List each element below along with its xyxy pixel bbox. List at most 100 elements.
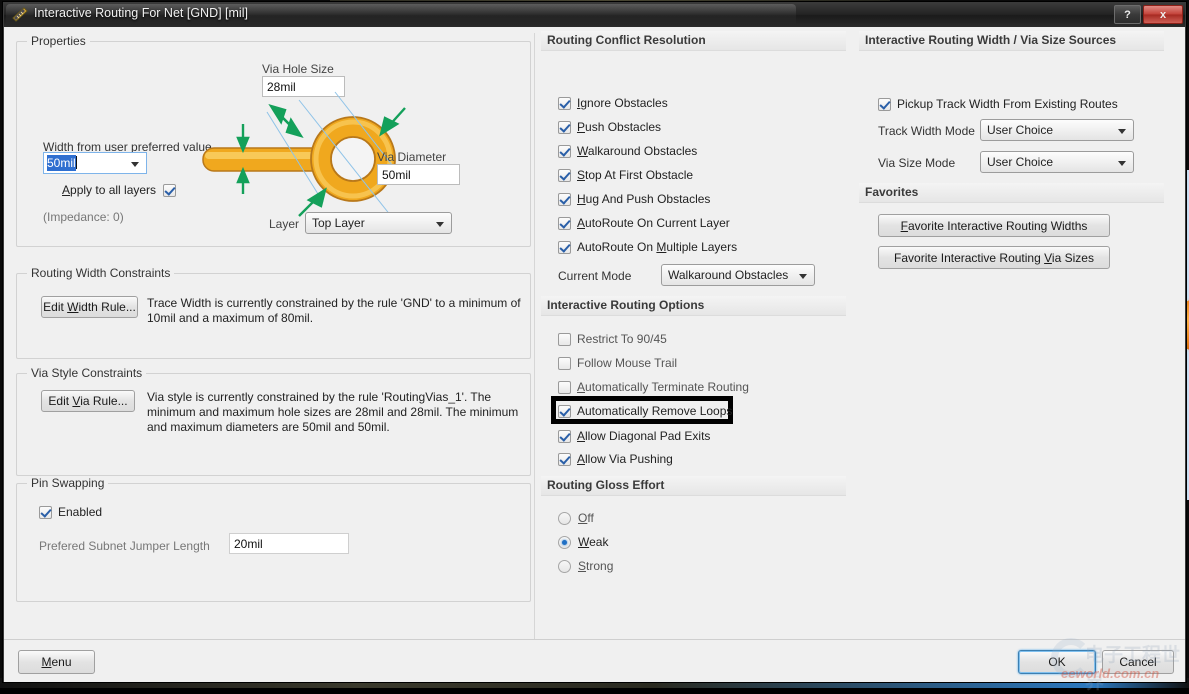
routing-width-constraints-description: Trace Width is currently constrained by …: [147, 296, 521, 325]
edit-width-rule-button[interactable]: Edit Width Rule...: [41, 296, 138, 318]
edit-via-rule-button[interactable]: Edit Via Rule...: [41, 390, 135, 412]
jumper-length-input[interactable]: [229, 533, 349, 554]
allow-diagonal-pad-exits-checkbox[interactable]: [558, 429, 571, 443]
option-autoroute-current-layer[interactable]: AutoRoute On Current Layer: [558, 216, 730, 230]
automatically-remove-loops-checkbox[interactable]: [558, 404, 571, 418]
hug-and-push-obstacles-label: Hug And Push Obstacles: [577, 192, 711, 206]
properties-group-title: Properties: [27, 34, 90, 48]
favorites-title: Favorites: [865, 185, 919, 199]
help-button[interactable]: ?: [1114, 5, 1141, 24]
properties-group: Properties Width from user preferred val…: [16, 34, 531, 247]
pin-swapping-group: Pin Swapping Enabled Prefered Subnet Jum…: [16, 476, 531, 602]
option-restrict-to-90-45[interactable]: Restrict To 90/45: [558, 332, 667, 346]
option-push-obstacles[interactable]: Push Obstacles: [558, 120, 661, 134]
option-allow-via-pushing[interactable]: Allow Via Pushing: [558, 452, 673, 466]
option-walkaround-obstacles[interactable]: Walkaround Obstacles: [558, 144, 697, 158]
autoroute-current-layer-checkbox[interactable]: [558, 216, 571, 230]
push-obstacles-checkbox[interactable]: [558, 120, 571, 134]
routing-width-constraints-group: Routing Width Constraints Edit Width Rul…: [16, 266, 531, 359]
ignore-obstacles-label: Ignore Obstacles: [577, 96, 668, 110]
routing-conflict-resolution-title: Routing Conflict Resolution: [547, 33, 706, 47]
gloss-option-off[interactable]: Off: [558, 511, 594, 525]
walkaround-obstacles-checkbox[interactable]: [558, 144, 571, 158]
automatically-terminate-routing-label: Automatically Terminate Routing: [577, 380, 749, 394]
autoroute-multiple-layers-checkbox[interactable]: [558, 240, 571, 254]
gloss-off-radio[interactable]: [558, 511, 571, 525]
via-diameter-label: Via Diameter: [377, 150, 447, 164]
restrict-to-90-45-checkbox[interactable]: [558, 332, 571, 346]
allow-diagonal-pad-exits-label: Allow Diagonal Pad Exits: [577, 429, 711, 443]
ignore-obstacles-checkbox[interactable]: [558, 96, 571, 110]
gloss-weak-label: Weak: [578, 535, 609, 549]
track-width-mode-label: Track Width Mode: [878, 124, 975, 138]
pin-swapping-enabled-checkbox[interactable]: [39, 505, 52, 519]
gloss-strong-label: Strong: [578, 559, 614, 573]
track-width-mode-value: User Choice: [987, 123, 1054, 137]
option-allow-diagonal-pad-exits[interactable]: Allow Diagonal Pad Exits: [558, 429, 710, 443]
option-hug-and-push-obstacles[interactable]: Hug And Push Obstacles: [558, 192, 710, 206]
layer-combo[interactable]: Top Layer: [305, 212, 452, 234]
option-follow-mouse-trail[interactable]: Follow Mouse Trail: [558, 356, 677, 370]
gloss-weak-radio[interactable]: [558, 535, 571, 549]
pickup-track-width-row[interactable]: Pickup Track Width From Existing Routes: [878, 97, 1118, 111]
option-autoroute-multiple-layers[interactable]: AutoRoute On Multiple Layers: [558, 240, 737, 254]
width-via-sources-title: Interactive Routing Width / Via Size Sou…: [865, 33, 1117, 47]
pin-swapping-title: Pin Swapping: [27, 476, 109, 490]
chevron-down-icon[interactable]: [436, 222, 444, 227]
ruler-triangle-icon: [12, 7, 28, 22]
automatically-terminate-routing-checkbox[interactable]: [558, 380, 571, 394]
push-obstacles-label: Push Obstacles: [577, 120, 662, 134]
interactive-routing-options-title: Interactive Routing Options: [547, 298, 705, 312]
gloss-strong-radio[interactable]: [558, 559, 571, 573]
favorites-header: Favorites: [859, 183, 1164, 203]
favorite-routing-widths-button[interactable]: Favorite Interactive Routing Widths: [878, 214, 1110, 237]
window-title: Interactive Routing For Net [GND] [mil]: [34, 6, 248, 20]
pickup-track-width-checkbox[interactable]: [878, 97, 891, 111]
gloss-option-weak[interactable]: Weak: [558, 535, 608, 549]
autoroute-multiple-layers-label: AutoRoute On Multiple Layers: [577, 240, 738, 254]
via-hole-size-label: Via Hole Size: [262, 62, 334, 76]
chevron-down-icon[interactable]: [1118, 129, 1126, 134]
left-column: Properties Width from user preferred val…: [12, 31, 533, 636]
apply-all-layers-checkbox[interactable]: [163, 183, 177, 197]
stop-at-first-obstacle-checkbox[interactable]: [558, 168, 571, 182]
close-button[interactable]: x: [1143, 5, 1183, 24]
menu-button-label: Menu: [41, 655, 72, 669]
pin-swapping-enabled-row[interactable]: Enabled: [39, 505, 102, 519]
chevron-down-icon[interactable]: [131, 162, 139, 167]
layer-label: Layer: [269, 217, 300, 231]
dialog-body: Properties Width from user preferred val…: [4, 27, 1185, 658]
menu-button[interactable]: Menu: [18, 650, 95, 674]
pin-swapping-enabled-label: Enabled: [58, 505, 103, 519]
width-combo[interactable]: 50mil: [43, 152, 147, 174]
allow-via-pushing-label: Allow Via Pushing: [577, 452, 673, 466]
option-ignore-obstacles[interactable]: Ignore Obstacles: [558, 96, 668, 110]
routing-gloss-effort-title: Routing Gloss Effort: [547, 478, 665, 492]
chevron-down-icon[interactable]: [799, 274, 807, 279]
via-diameter-input[interactable]: [377, 164, 460, 185]
via-size-mode-combo[interactable]: User Choice: [980, 151, 1134, 173]
hug-and-push-obstacles-checkbox[interactable]: [558, 192, 571, 206]
width-value: 50mil: [47, 155, 76, 171]
current-mode-value: Walkaround Obstacles: [668, 268, 789, 282]
automatically-remove-loops-label: Automatically Remove Loops: [577, 404, 733, 418]
chevron-down-icon[interactable]: [1118, 161, 1126, 166]
ok-button[interactable]: OK: [1018, 650, 1096, 674]
jumper-length-label: Prefered Subnet Jumper Length: [39, 539, 210, 553]
follow-mouse-trail-checkbox[interactable]: [558, 356, 571, 370]
cancel-button[interactable]: Cancel: [1102, 650, 1174, 674]
option-stop-at-first-obstacle[interactable]: Stop At First Obstacle: [558, 168, 693, 182]
allow-via-pushing-checkbox[interactable]: [558, 452, 571, 466]
option-automatically-terminate-routing[interactable]: Automatically Terminate Routing: [558, 380, 749, 394]
column-divider: [534, 33, 535, 658]
impedance-label: (Impedance: 0): [43, 210, 124, 224]
apply-all-layers-row[interactable]: Apply to all layers: [62, 183, 182, 197]
option-automatically-remove-loops[interactable]: Automatically Remove Loops: [558, 404, 732, 418]
favorite-routing-via-sizes-button[interactable]: Favorite Interactive Routing Via Sizes: [878, 246, 1110, 269]
gloss-option-strong[interactable]: Strong: [558, 559, 613, 573]
current-mode-combo[interactable]: Walkaround Obstacles: [661, 264, 815, 286]
favorite-routing-widths-label: Favorite Interactive Routing Widths: [900, 218, 1088, 233]
current-mode-label: Current Mode: [558, 269, 632, 283]
apply-all-layers-label: Apply to all layers: [62, 183, 157, 197]
track-width-mode-combo[interactable]: User Choice: [980, 119, 1134, 141]
